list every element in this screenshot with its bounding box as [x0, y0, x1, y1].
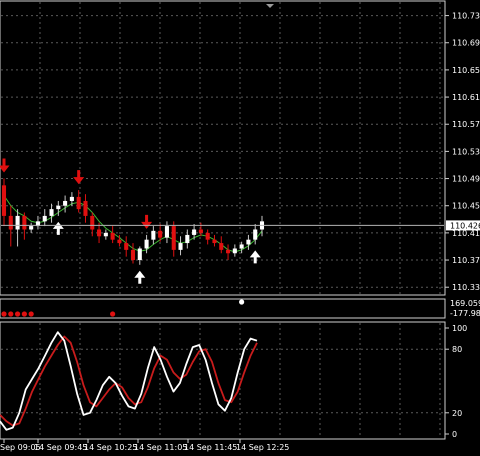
bull-candle	[185, 234, 190, 244]
bear-candle	[110, 232, 115, 240]
price-tick-label: 110.535	[452, 147, 480, 156]
bull-candle	[232, 248, 237, 254]
bull-candle	[103, 232, 108, 237]
price-tick-label: 110.575	[452, 120, 480, 129]
red-dot	[1, 311, 7, 317]
bear-candle	[130, 249, 136, 261]
bear-candle	[219, 243, 224, 250]
bull-candle	[15, 215, 20, 230]
stoch-tick-label: 80	[452, 345, 462, 354]
bull-candle	[144, 239, 149, 249]
indicator-upper-label: 169.0599	[450, 299, 480, 308]
bull-candle	[63, 200, 68, 206]
price-tick-label: 110.655	[452, 66, 480, 75]
bear-candle	[226, 249, 231, 254]
price-tick-label: 110.375	[452, 256, 480, 265]
buy-arrow-icon	[134, 270, 146, 284]
time-axis-label: 14 Sep 11:45	[184, 443, 237, 452]
sell-arrow-icon	[0, 158, 10, 173]
price-tick-label: 110.495	[452, 175, 480, 184]
chart-canvas[interactable]: 110.735 110.695 110.655 110.615 110.575 110.5…	[0, 0, 480, 452]
bear-candle	[1, 185, 7, 216]
buy-arrow-icon	[249, 250, 261, 264]
bear-candle	[83, 200, 88, 216]
bear-candle	[171, 226, 176, 250]
bull-candle	[246, 239, 251, 245]
bull-candle	[42, 215, 47, 222]
stochastic-lines	[0, 331, 258, 431]
bull-candle	[56, 205, 61, 210]
dots-panel-frame	[0, 298, 446, 319]
bull-candle	[239, 244, 244, 249]
bear-candle	[198, 229, 203, 233]
indicator-lower-label: -177.9820	[450, 309, 480, 318]
sell-arrow-icon	[141, 214, 153, 229]
red-dot	[8, 311, 14, 317]
bear-candle	[117, 239, 122, 244]
red-dot	[21, 311, 27, 317]
bull-candle	[192, 229, 197, 235]
red-dot	[14, 311, 21, 317]
bull-candle	[49, 209, 54, 216]
red-dot	[28, 311, 34, 317]
bear-candle	[212, 239, 217, 244]
bull-candle	[253, 229, 258, 240]
bull-candle	[178, 243, 183, 250]
time-axis-label: 14 Sep 12:25	[236, 443, 289, 452]
price-tick-label: 110.335	[452, 283, 480, 292]
shift-marker-icon[interactable]	[266, 4, 274, 8]
stoch-tick-label: 100	[452, 324, 467, 333]
grid	[1, 2, 444, 438]
current-price-label: 110.426	[450, 221, 480, 230]
bull-candle	[137, 248, 142, 261]
bull-candle	[29, 226, 34, 230]
white-dot	[239, 299, 245, 305]
main-panel-frame	[0, 0, 446, 296]
bear-candle	[76, 196, 81, 210]
bear-candle	[97, 229, 102, 237]
bear-candle	[90, 215, 95, 230]
time-axis-label: 14 Sep 10:25	[84, 443, 137, 452]
price-tick-label: 110.735	[452, 12, 480, 21]
bear-candle	[8, 215, 13, 230]
bull-candle	[69, 196, 74, 201]
bear-candle	[158, 230, 163, 238]
indicator-dots	[1, 299, 245, 317]
trading-chart-window[interactable]: 110.735 110.695 110.655 110.615 110.575 110.5…	[0, 0, 480, 452]
bull-candle	[164, 226, 169, 238]
signal-arrows	[0, 158, 261, 284]
red-dot	[110, 311, 116, 317]
bear-candle	[22, 215, 27, 230]
price-tick-label: 110.695	[452, 39, 480, 48]
stoch-signal-line	[0, 335, 258, 427]
bear-candle	[205, 232, 210, 240]
sell-arrow-icon	[73, 170, 85, 185]
bear-candle	[124, 243, 129, 250]
bull-candle	[151, 230, 156, 240]
stoch-tick-label: 20	[452, 409, 462, 418]
time-axis-label: 14 Sep 11:05	[134, 443, 187, 452]
price-tick-label: 110.615	[452, 93, 480, 102]
time-axis-label: 14 Sep 09:45	[34, 443, 87, 452]
panel-frames	[0, 0, 446, 440]
stoch-tick-label: 0	[452, 430, 457, 439]
price-tick-label: 110.455	[452, 202, 480, 211]
